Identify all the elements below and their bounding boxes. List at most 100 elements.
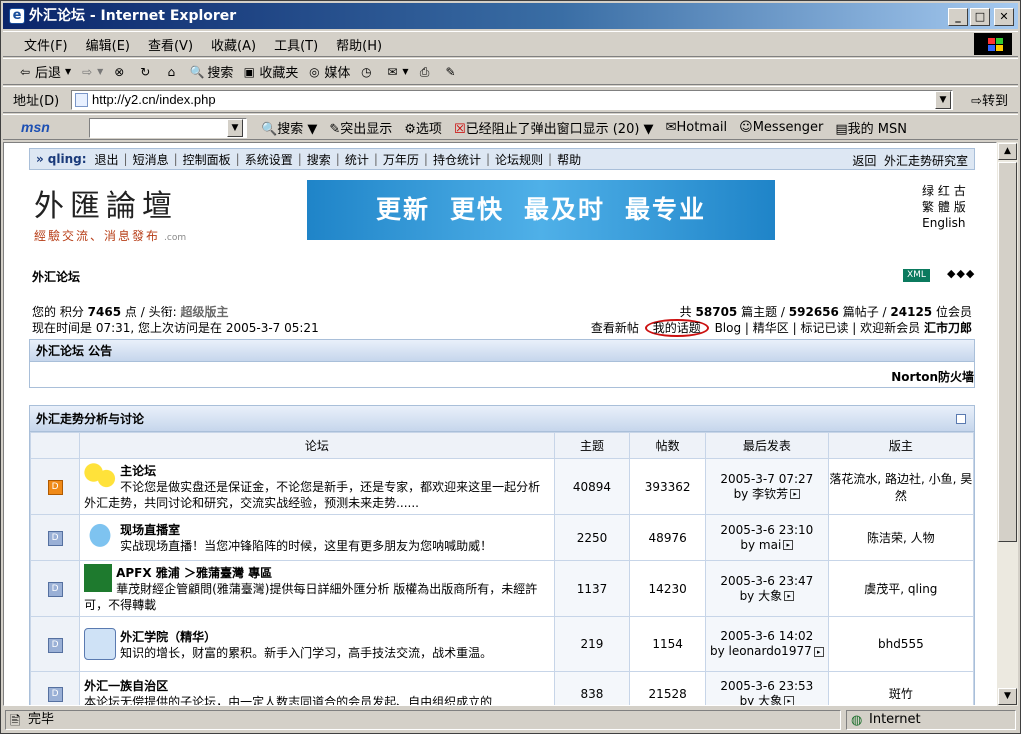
digest-link[interactable]: 精华区 bbox=[753, 321, 789, 335]
goto-post-icon[interactable]: ▸ bbox=[784, 591, 795, 601]
moderators[interactable]: 虞茂平, qling bbox=[827, 560, 975, 617]
maximize-button[interactable]: □ bbox=[970, 8, 990, 26]
media-button[interactable]: ◎ 媒体 bbox=[306, 62, 350, 82]
msn-search-button[interactable]: 🔍搜索 ▼ bbox=[261, 118, 317, 137]
menu-tools[interactable]: 工具(T) bbox=[265, 35, 327, 54]
vertical-scrollbar[interactable]: ▲ ▼ bbox=[997, 142, 1018, 706]
forum-name[interactable]: APFX 雅浦 ＞雅蒲臺灣 專區 bbox=[84, 564, 550, 581]
back-arrow-icon: ⇦ bbox=[19, 64, 31, 79]
print-button[interactable]: ⎙ bbox=[417, 64, 435, 80]
topic-count: 40894 bbox=[553, 458, 631, 515]
forum-logo[interactable]: 外匯論壇 經驗交流、消息發布 .com bbox=[34, 181, 204, 243]
nav-back[interactable]: 返回 bbox=[852, 154, 876, 168]
home-button[interactable]: ⌂ bbox=[163, 64, 181, 80]
menu-favorites[interactable]: 收藏(A) bbox=[202, 35, 265, 54]
last-post[interactable]: 2005-3-6 14:02 by leonardo1977 ▸ bbox=[704, 616, 829, 672]
expand-arrows-icon[interactable]: ◆◆◆ bbox=[947, 267, 975, 280]
nav-calendar[interactable]: 万年历 bbox=[383, 151, 419, 168]
menu-view[interactable]: 查看(V) bbox=[139, 35, 202, 54]
address-input[interactable]: http://y2.cn/index.php bbox=[71, 90, 953, 110]
view-new-posts-link[interactable]: 查看新帖 bbox=[591, 321, 639, 335]
stop-button[interactable]: ⊗ bbox=[111, 64, 129, 80]
nav-logout[interactable]: 退出 bbox=[95, 151, 119, 168]
last-post[interactable]: 2005-3-7 07:27 by 李钦芳 ▸ bbox=[704, 458, 829, 515]
zone-text: Internet bbox=[869, 712, 921, 727]
welcome-text: 欢迎新会员 bbox=[860, 321, 921, 335]
nav-help[interactable]: 帮助 bbox=[557, 151, 581, 168]
nav-search[interactable]: 搜索 bbox=[307, 151, 331, 168]
highlight-button[interactable]: ✎突出显示 bbox=[329, 118, 392, 137]
go-button[interactable]: ⇨转到 bbox=[971, 90, 1008, 109]
nav-settings[interactable]: 系统设置 bbox=[245, 151, 293, 168]
msn-search-dropdown[interactable]: ▼ bbox=[227, 119, 243, 137]
favorites-button[interactable]: ▣ 收藏夹 bbox=[241, 62, 299, 82]
moderators[interactable]: 落花流水, 路边社, 小鱼, 昊然 bbox=[827, 458, 975, 515]
search-button[interactable]: 🔍 搜索 bbox=[189, 62, 234, 82]
close-button[interactable]: ✕ bbox=[994, 8, 1014, 26]
forum-stats: 共 58705 篇主题 / 592656 篇帖子 / 24125 位会员 bbox=[679, 305, 972, 319]
moderators[interactable]: 斑竹 bbox=[827, 671, 975, 705]
forum-name[interactable]: 外汇一族自治区 bbox=[84, 677, 550, 694]
style-green[interactable]: 绿 bbox=[922, 184, 934, 198]
nav-stats[interactable]: 统计 bbox=[345, 151, 369, 168]
smiley-icon bbox=[84, 462, 117, 492]
post-count: 21528 bbox=[629, 671, 706, 705]
forum-name[interactable]: 主论坛 bbox=[84, 462, 550, 479]
hotmail-button[interactable]: ✉Hotmail bbox=[666, 120, 728, 135]
col-topics: 主题 bbox=[553, 432, 631, 459]
refresh-button[interactable]: ↻ bbox=[137, 64, 155, 80]
last-post[interactable]: 2005-3-6 23:53 by 大象 ▸ bbox=[704, 671, 829, 705]
goto-post-icon[interactable]: ▸ bbox=[790, 489, 801, 499]
messenger-button[interactable]: ☺Messenger bbox=[739, 120, 823, 135]
last-post[interactable]: 2005-3-6 23:47 by 大象 ▸ bbox=[704, 560, 829, 617]
nav-messages[interactable]: 短消息 bbox=[133, 151, 169, 168]
msn-search-input[interactable] bbox=[89, 118, 247, 138]
my-msn-button[interactable]: ▤我的 MSN bbox=[835, 118, 907, 137]
col-forum: 论坛 bbox=[79, 432, 555, 459]
scroll-up-icon[interactable]: ▲ bbox=[998, 143, 1017, 160]
traditional-version[interactable]: 繁 體 版 bbox=[922, 200, 966, 214]
popup-blocker-button[interactable]: ☒已经阻止了弹出窗口显示 (20) ▼ bbox=[454, 118, 654, 137]
moderators[interactable]: bhd555 bbox=[827, 616, 975, 672]
blog-link[interactable]: Blog bbox=[715, 321, 742, 335]
forum-title[interactable]: 外汇论坛 bbox=[32, 268, 80, 285]
browser-window: e 外汇论坛 - Internet Explorer _ □ ✕ 文件(F) 编… bbox=[0, 0, 1021, 734]
address-dropdown[interactable]: ▼ bbox=[935, 91, 951, 109]
goto-post-icon[interactable]: ▸ bbox=[813, 646, 824, 657]
style-red[interactable]: 红 bbox=[938, 184, 950, 198]
collapse-icon[interactable] bbox=[956, 414, 966, 424]
forum-name[interactable]: 现场直播室 bbox=[84, 521, 550, 538]
nav-rules[interactable]: 论坛规则 bbox=[495, 151, 543, 168]
forward-button[interactable]: ⇨ ▼ bbox=[79, 64, 103, 80]
edit-button[interactable]: ✎ bbox=[443, 64, 461, 80]
nav-control-panel[interactable]: 控制面板 bbox=[183, 151, 231, 168]
nav-username[interactable]: qling: bbox=[48, 152, 87, 166]
xml-feed-icon[interactable]: XML bbox=[903, 269, 930, 282]
announcement-title: 外汇论坛 公告 bbox=[30, 340, 974, 362]
ad-banner[interactable]: 更新 更快 最及时 最专业 bbox=[307, 180, 775, 240]
goto-post-icon[interactable]: ▸ bbox=[784, 696, 795, 705]
menu-edit[interactable]: 编辑(E) bbox=[77, 35, 139, 54]
menu-file[interactable]: 文件(F) bbox=[15, 35, 77, 54]
menu-help[interactable]: 帮助(H) bbox=[327, 35, 391, 54]
english-version[interactable]: English bbox=[922, 215, 966, 231]
goto-post-icon[interactable]: ▸ bbox=[783, 540, 794, 550]
last-post[interactable]: 2005-3-6 23:10 by mai ▸ bbox=[704, 514, 829, 561]
forum-name[interactable]: 外汇学院（精华） bbox=[84, 628, 550, 645]
history-button[interactable]: ◷ bbox=[358, 64, 376, 80]
minimize-button[interactable]: _ bbox=[948, 8, 968, 26]
newest-member-link[interactable]: 汇市刀郎 bbox=[924, 321, 972, 335]
mark-read-link[interactable]: 标记已读 bbox=[800, 321, 848, 335]
scroll-thumb[interactable] bbox=[998, 162, 1017, 542]
nav-position-stats[interactable]: 持仓统计 bbox=[433, 151, 481, 168]
moderators[interactable]: 陈洁荣, 人物 bbox=[827, 514, 975, 561]
category-title[interactable]: 外汇走势分析与讨论 bbox=[36, 412, 144, 426]
back-button[interactable]: ⇦ 后退 ▼ bbox=[17, 62, 71, 82]
style-classic[interactable]: 古 bbox=[954, 184, 966, 198]
options-button[interactable]: ⚙选项 bbox=[404, 118, 442, 137]
my-topics-link[interactable]: 我的话题 bbox=[644, 319, 709, 337]
nav-research-link[interactable]: 外汇走势研究室 bbox=[884, 154, 968, 168]
announcement-marquee[interactable]: Norton防火墙 bbox=[891, 368, 974, 385]
scroll-down-icon[interactable]: ▼ bbox=[998, 688, 1017, 705]
mail-button[interactable]: ✉ ▼ bbox=[384, 64, 408, 80]
